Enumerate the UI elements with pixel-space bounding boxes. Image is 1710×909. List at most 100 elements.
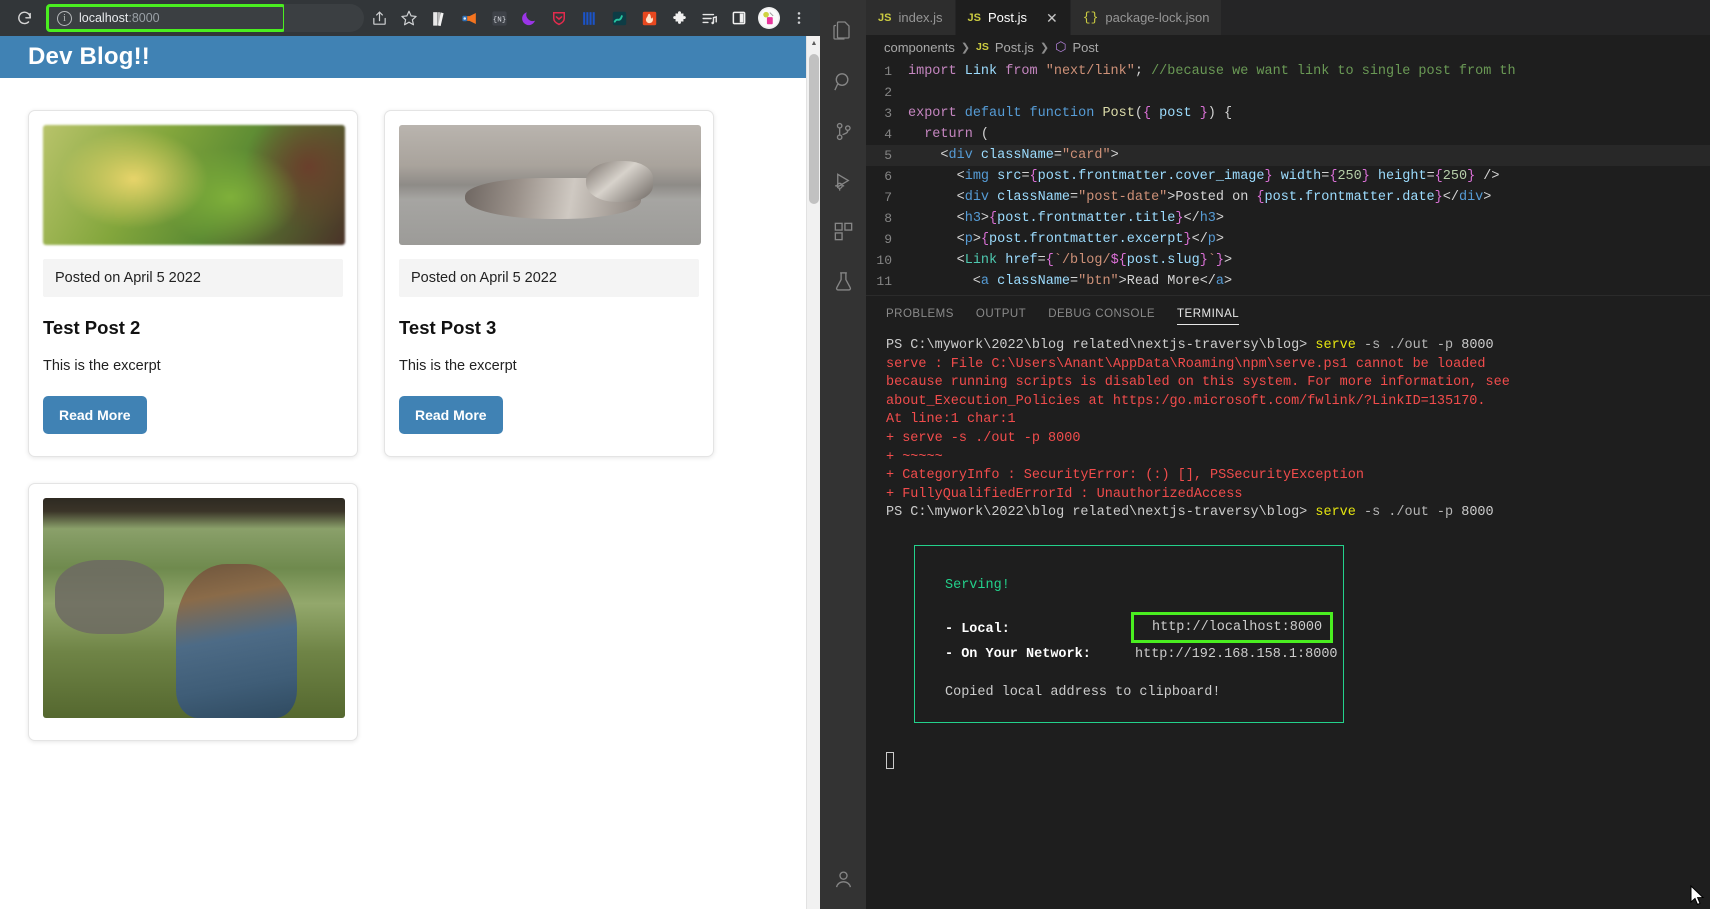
tab-label: index.js <box>898 10 943 25</box>
code-text: return ( <box>924 127 990 142</box>
reload-icon[interactable] <box>10 4 38 32</box>
account-icon[interactable] <box>820 859 866 909</box>
json-file-icon: {} <box>1082 10 1099 25</box>
line-number: 1 <box>884 64 892 79</box>
local-url[interactable]: http://localhost:8000 <box>1152 620 1322 635</box>
code-line: 7 <div className="post-date">Posted on {… <box>866 187 1710 208</box>
command-port: 8000 <box>1461 338 1494 353</box>
network-url[interactable]: http://192.168.158.1:8000 <box>1135 645 1338 664</box>
search-icon[interactable] <box>820 56 866 106</box>
terminal-line: about_Execution_Policies at https:/go.mi… <box>886 393 1486 409</box>
bottom-panel: PROBLEMS OUTPUT DEBUG CONSOLE TERMINAL P… <box>866 295 1710 909</box>
page-scrollbar[interactable]: ▲ <box>806 36 820 909</box>
command-name: serve <box>1315 505 1356 521</box>
fire-extension-icon[interactable] <box>634 3 664 33</box>
post-card[interactable] <box>28 483 358 741</box>
source-control-icon[interactable] <box>820 106 866 156</box>
terminal-line: PS C:\mywork\2022\blog related\nextjs-tr… <box>886 337 1690 356</box>
tab-post-js[interactable]: JS Post.js ✕ <box>955 0 1071 35</box>
teal-extension-icon[interactable] <box>604 3 634 33</box>
local-url-row: - Local: http://localhost:8000 <box>945 611 1343 645</box>
sidebar-toggle-icon[interactable] <box>724 3 754 33</box>
read-more-button[interactable]: Read More <box>43 396 147 434</box>
code-text: export default function Post({ post }) { <box>908 106 1233 121</box>
vscode-window: JS index.js JS Post.js ✕ {} package-lock… <box>820 0 1710 909</box>
code-line: 8 <h3>{post.frontmatter.title}</h3> <box>866 208 1710 229</box>
chevron-right-icon: ❯ <box>960 41 971 54</box>
address-bar-highlight: i localhost:8000 <box>46 4 286 32</box>
terminal-line: + serve -s ./out -p 8000 <box>886 430 1081 446</box>
explorer-icon[interactable] <box>820 6 866 56</box>
panel-tab-debug-console[interactable]: DEBUG CONSOLE <box>1048 296 1155 331</box>
book-extension-icon[interactable] <box>424 3 454 33</box>
code-line: 6 <img src={post.frontmatter.cover_image… <box>866 166 1710 187</box>
serving-info-box: Serving! - Local: http://localhost:8000 … <box>914 544 1344 723</box>
panel-tab-output[interactable]: OUTPUT <box>976 296 1026 331</box>
code-line: 4 return ( <box>866 124 1710 145</box>
line-number: 4 <box>884 127 892 142</box>
breadcrumb-file[interactable]: Post.js <box>995 40 1034 55</box>
local-label: - Local: <box>945 621 1010 637</box>
terminal-cursor <box>886 752 894 769</box>
scrollbar-thumb[interactable] <box>809 54 819 204</box>
breadcrumb: components ❯ JS Post.js ❯ ⬡ Post <box>866 35 1710 59</box>
share-icon[interactable] <box>364 3 394 33</box>
info-icon[interactable]: i <box>57 10 72 26</box>
testing-icon[interactable] <box>820 256 866 306</box>
post-title: Test Post 2 <box>43 317 141 338</box>
code-line: 1 import Link from "next/link"; //because… <box>866 61 1710 82</box>
code-text: import Link from "next/link"; //because … <box>908 64 1516 79</box>
code-line: 2 <box>866 82 1710 103</box>
notion-extension-icon[interactable] <box>574 3 604 33</box>
playlist-extension-icon[interactable] <box>694 3 724 33</box>
tab-label: Post.js <box>988 10 1028 25</box>
bookmark-star-icon[interactable] <box>394 3 424 33</box>
extensions-icon[interactable] <box>820 206 866 256</box>
post-cover-image <box>43 498 345 718</box>
code-editor[interactable]: 1 import Link from "next/link"; //because… <box>866 59 1710 295</box>
browser-menu-icon[interactable] <box>784 3 814 33</box>
run-and-debug-icon[interactable] <box>820 156 866 206</box>
tab-package-lock-json[interactable]: {} package-lock.json <box>1070 0 1223 35</box>
scroll-up-arrow[interactable]: ▲ <box>807 36 820 50</box>
panel-tabs: PROBLEMS OUTPUT DEBUG CONSOLE TERMINAL <box>866 296 1710 331</box>
code-text: <h3>{post.frontmatter.title}</h3> <box>908 211 1224 226</box>
dark-reader-moon-icon[interactable] <box>514 3 544 33</box>
post-cover-image <box>43 125 345 245</box>
svg-text:{N}: {N} <box>492 16 506 24</box>
megaphone-extension-icon[interactable] <box>454 3 484 33</box>
line-number: 11 <box>876 274 892 289</box>
terminal-output[interactable]: PS C:\mywork\2022\blog related\nextjs-tr… <box>866 331 1710 909</box>
avatar[interactable] <box>754 3 784 33</box>
post-excerpt: This is the excerpt <box>43 358 161 374</box>
line-number: 10 <box>876 253 892 268</box>
breadcrumb-folder[interactable]: components <box>884 40 955 55</box>
browser-toolbar-icons: {N} <box>364 3 814 33</box>
nativescript-extension-icon[interactable]: {N} <box>484 3 514 33</box>
js-file-icon: JS <box>976 41 989 53</box>
command-name: serve <box>1315 338 1356 353</box>
prompt-path: PS C:\mywork\2022\blog related\nextjs-tr… <box>886 505 1316 521</box>
shield-privacy-icon[interactable] <box>544 3 574 33</box>
command-args: -s ./out -p <box>1355 338 1462 353</box>
site-header: Dev Blog!! <box>0 36 806 78</box>
local-url-highlight: http://localhost:8000 <box>1131 611 1334 643</box>
panel-tab-terminal[interactable]: TERMINAL <box>1177 296 1240 331</box>
address-bar[interactable]: i localhost:8000 <box>49 7 283 29</box>
read-more-button[interactable]: Read More <box>399 396 503 434</box>
post-card[interactable]: Posted on April 5 2022 Test Post 2 This … <box>28 110 358 457</box>
breadcrumb-symbol[interactable]: Post <box>1072 40 1098 55</box>
puzzle-extensions-icon[interactable] <box>664 3 694 33</box>
panel-tab-problems[interactable]: PROBLEMS <box>886 296 954 331</box>
post-card[interactable]: Posted on April 5 2022 Test Post 3 This … <box>384 110 714 457</box>
command-port: 8000 <box>1461 505 1494 521</box>
chevron-right-icon: ❯ <box>1039 41 1050 54</box>
js-file-icon: JS <box>967 11 982 24</box>
prompt-path: PS C:\mywork\2022\blog related\nextjs-tr… <box>886 338 1316 353</box>
tab-index-js[interactable]: JS index.js <box>866 0 956 35</box>
line-number: 5 <box>884 148 892 163</box>
line-number: 2 <box>884 85 892 100</box>
code-text: <div className="post-date">Posted on {po… <box>908 190 1492 205</box>
page-title: Dev Blog!! <box>28 43 150 70</box>
close-icon[interactable]: ✕ <box>1046 11 1058 25</box>
